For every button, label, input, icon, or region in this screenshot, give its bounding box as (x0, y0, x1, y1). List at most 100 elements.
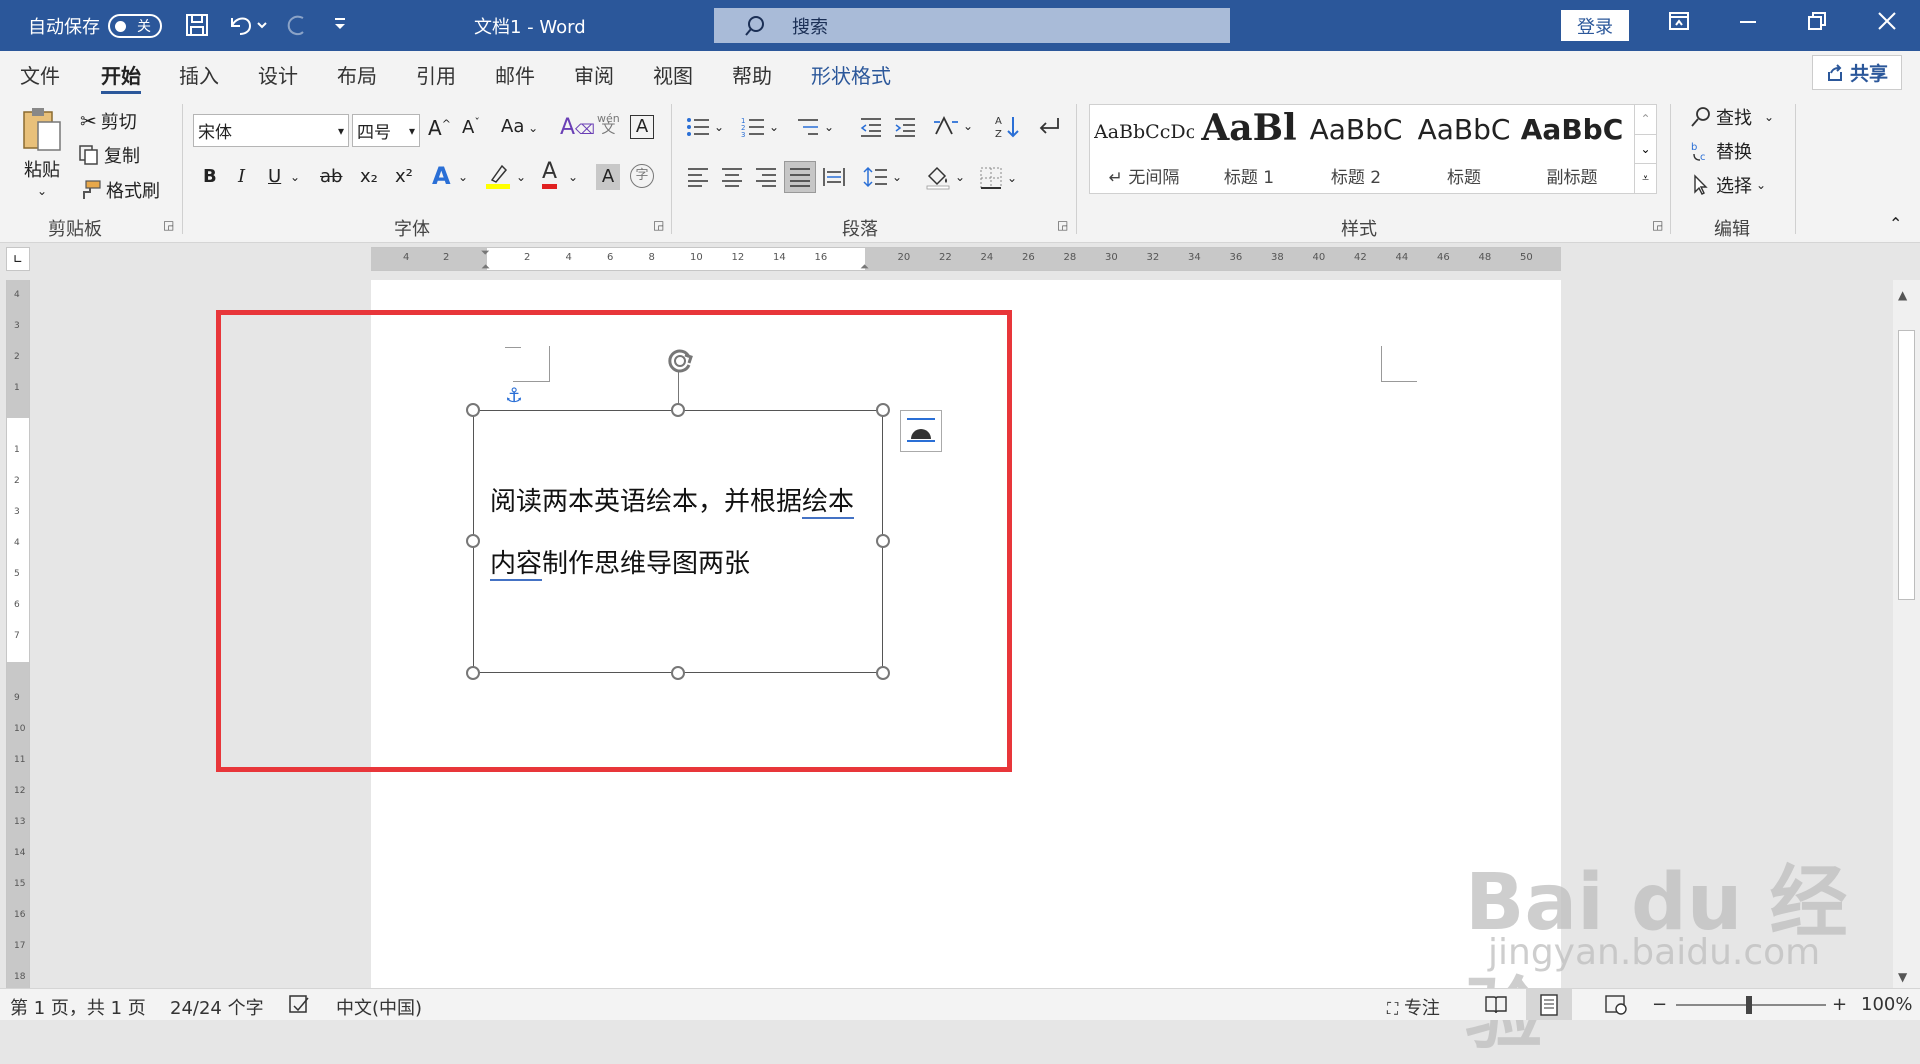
tab-selector-icon[interactable]: ∟ (6, 247, 30, 271)
print-layout-button[interactable] (1526, 989, 1572, 1020)
justify-icon[interactable] (784, 161, 816, 193)
bold-button[interactable]: B (203, 166, 217, 187)
align-right-icon[interactable] (754, 166, 778, 188)
align-left-icon[interactable] (686, 166, 710, 188)
collapse-ribbon-icon[interactable]: ⌃ (1889, 214, 1902, 233)
select-button[interactable]: 选择 ⌄ (1690, 172, 1766, 198)
shrink-font-icon[interactable]: Aˇ (462, 116, 480, 138)
font-color-button[interactable]: A (542, 160, 558, 189)
underline-button[interactable]: U (268, 166, 281, 187)
style-heading-1[interactable]: AaBl 标题 1 (1198, 105, 1300, 195)
close-icon[interactable] (1876, 10, 1898, 38)
zoom-level[interactable]: 100% (1861, 994, 1912, 1015)
bullets-button[interactable]: ⌄ (686, 116, 724, 138)
hanging-indent-icon[interactable]: ⏶ (481, 260, 490, 274)
strikethrough-button[interactable]: ab (320, 166, 342, 187)
underline-dropdown-icon[interactable]: ⌄ (290, 170, 300, 184)
change-case-button[interactable]: Aa ⌄ (501, 116, 538, 137)
highlight-color-button[interactable] (484, 162, 512, 190)
format-painter-button[interactable]: 格式刷 (78, 177, 160, 203)
tab-insert[interactable]: 插入 (179, 60, 219, 89)
share-button[interactable]: 共享 (1812, 55, 1902, 90)
ribbon-display-options-icon[interactable] (1668, 10, 1690, 38)
font-launcher-icon[interactable]: ◲ (653, 218, 664, 232)
focus-button[interactable]: ⛶ 专注 (1387, 994, 1440, 1020)
minimize-icon[interactable] (1737, 10, 1759, 38)
italic-button[interactable]: I (238, 166, 245, 187)
login-button[interactable]: 登录 (1561, 10, 1629, 41)
increase-indent-icon[interactable] (893, 116, 917, 138)
text-effects-button[interactable]: A (432, 162, 451, 190)
chevron-down-icon[interactable]: ⌄ (516, 170, 526, 184)
redo-icon[interactable] (283, 12, 309, 38)
character-shading-button[interactable]: A (596, 164, 620, 190)
copy-button[interactable]: 复制 (78, 142, 140, 168)
tab-home[interactable]: 开始 (101, 60, 141, 94)
first-line-indent-icon[interactable]: ⏷ (481, 246, 490, 260)
find-button[interactable]: 查找 ⌄ (1690, 104, 1774, 130)
font-name-combo[interactable]: 宋体 ▾ (193, 114, 349, 147)
scroll-up-icon[interactable]: ▲ (1898, 288, 1907, 302)
style-no-spacing[interactable]: AaBbCcDc ↵ 无间隔 (1094, 105, 1194, 195)
replace-button[interactable]: bc 替换 (1690, 138, 1752, 164)
horizontal-ruler[interactable]: 4 2 2 4 6 8 10 12 14 16 20 22 24 26 28 30 32 34 36 38 40 42 44… (371, 246, 1561, 274)
distributed-icon[interactable] (822, 166, 846, 188)
tab-design[interactable]: 设计 (258, 60, 298, 89)
tab-shape-format[interactable]: 形状格式 (811, 60, 891, 89)
align-center-icon[interactable] (720, 166, 744, 188)
autosave-toggle[interactable]: 关 (108, 14, 162, 38)
page-info[interactable]: 第 1 页，共 1 页 (10, 994, 146, 1020)
paragraph-launcher-icon[interactable]: ◲ (1057, 218, 1068, 232)
vertical-ruler[interactable]: 4 3 2 1 1 2 3 4 5 6 7 9 10 11 12 13 14 15 16 17 18 (6, 280, 30, 990)
undo-icon[interactable] (226, 12, 268, 38)
restore-icon[interactable] (1806, 10, 1828, 38)
character-border-button[interactable]: A (630, 115, 654, 139)
style-heading-2[interactable]: AaBbC 标题 2 (1304, 105, 1408, 195)
cut-button[interactable]: ✂ 剪切 (80, 108, 137, 134)
styles-launcher-icon[interactable]: ◲ (1652, 218, 1663, 232)
numbering-button[interactable]: 1 2 3 ⌄ (741, 116, 779, 138)
style-subtitle[interactable]: AaBbC 副标题 (1520, 105, 1624, 195)
show-formatting-marks-icon[interactable] (1036, 114, 1062, 140)
tab-help[interactable]: 帮助 (732, 60, 772, 89)
expand-gallery-icon[interactable]: ⩡ (1635, 163, 1656, 192)
paste-dropdown-icon[interactable]: ⌄ (37, 184, 47, 198)
tab-file[interactable]: 文件 (20, 60, 60, 89)
decrease-indent-icon[interactable] (859, 116, 883, 138)
scroll-thumb[interactable] (1898, 330, 1915, 600)
search-box[interactable]: 搜索 (714, 8, 1230, 43)
save-icon[interactable] (184, 12, 210, 38)
phonetic-guide-button[interactable]: wén 文 (597, 113, 620, 136)
borders-button[interactable]: ⌄ (979, 166, 1017, 190)
zoom-in-button[interactable]: + (1832, 994, 1847, 1015)
chevron-down-icon[interactable]: ⌄ (568, 170, 578, 184)
enclose-characters-button[interactable]: 字 (630, 164, 654, 188)
grow-font-icon[interactable]: A^ (428, 116, 451, 140)
subscript-button[interactable]: x₂ (360, 166, 378, 187)
shading-button[interactable]: ⌄ (925, 164, 965, 190)
language[interactable]: 中文(中国) (336, 994, 422, 1020)
proofing-icon[interactable] (288, 994, 310, 1021)
read-mode-icon[interactable] (1484, 994, 1508, 1021)
web-layout-icon[interactable] (1604, 994, 1628, 1021)
right-indent-icon[interactable]: ⏶ (860, 260, 869, 274)
customize-toolbar-icon[interactable] (332, 14, 348, 34)
style-title[interactable]: AaBbC 标题 (1412, 105, 1516, 195)
paste-button[interactable]: 粘贴 ⌄ (20, 104, 64, 198)
superscript-button[interactable]: x² (395, 166, 413, 187)
word-count[interactable]: 24/24 个字 (170, 994, 264, 1020)
chevron-up-icon[interactable]: ⌃ (1635, 105, 1656, 134)
sort-icon[interactable]: AZ (994, 114, 1020, 140)
autosave-control[interactable]: 自动保存 关 (28, 13, 162, 39)
tab-layout[interactable]: 布局 (337, 60, 377, 89)
font-size-combo[interactable]: 四号 ▾ (352, 114, 420, 147)
zoom-slider-thumb[interactable] (1746, 996, 1752, 1014)
zoom-out-button[interactable]: − (1652, 994, 1667, 1015)
asian-layout-button[interactable]: ⌄ (933, 114, 973, 138)
chevron-down-icon[interactable]: ⌄ (458, 170, 468, 184)
tab-review[interactable]: 审阅 (574, 60, 614, 89)
chevron-down-icon[interactable]: ⌄ (1635, 134, 1656, 163)
multilevel-list-button[interactable]: ⌄ (796, 116, 834, 138)
tab-mailings[interactable]: 邮件 (495, 60, 535, 89)
clear-formatting-icon[interactable]: A⌫ (560, 115, 595, 140)
